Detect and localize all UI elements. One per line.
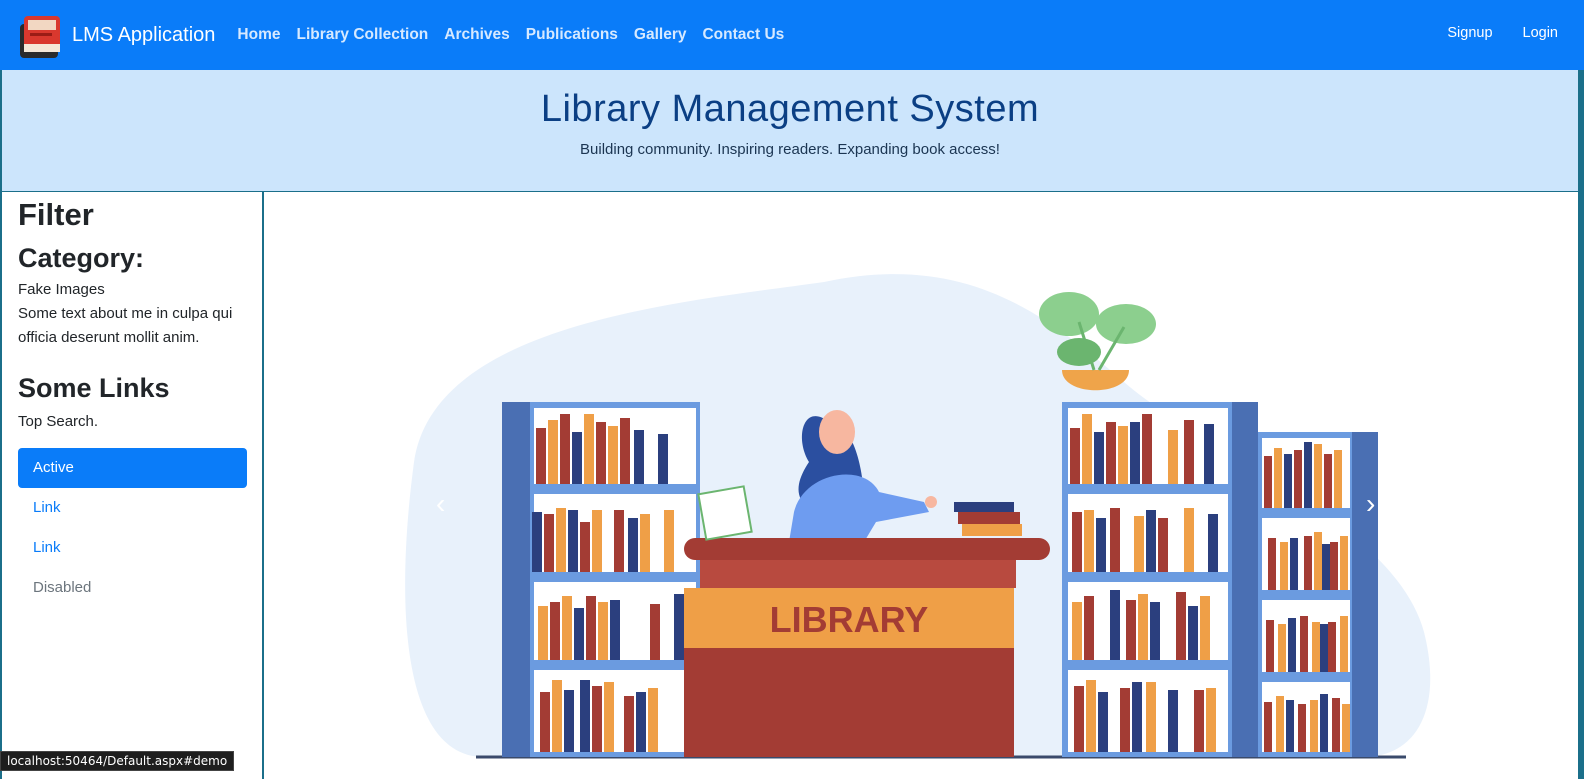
category-text-1: Fake Images [18, 281, 105, 298]
page-title: Library Management System [540, 88, 1040, 130]
brand-name: LMS Application [72, 23, 216, 46]
main-nav: Home Library Collection Archives Publica… [237, 26, 800, 44]
right-bookshelf [1062, 402, 1258, 757]
page-subtitle: Building community. Inspiring readers. E… [580, 141, 1000, 158]
login-link[interactable]: Login [1523, 25, 1558, 41]
category-text-2: Some text about me in culpa qui officia … [18, 305, 233, 346]
carousel: LIBRARY ‹ › [264, 192, 1578, 779]
top-search-text: Top Search. [18, 413, 99, 430]
hero-banner: Library Management System Building commu… [2, 70, 1578, 192]
nav-library-collection[interactable]: Library Collection [297, 26, 429, 44]
far-right-bookshelf [1258, 432, 1378, 757]
desk-sign-text: LIBRARY [770, 599, 929, 640]
nav-publications[interactable]: Publications [526, 26, 618, 44]
pill-disabled: Disabled [33, 579, 92, 596]
library-illustration: LIBRARY [405, 274, 1431, 759]
top-navbar: LMS Application Home Library Collection … [0, 0, 1584, 70]
filter-sidebar: Filter Category: Fake Images Some text a… [2, 192, 264, 779]
nav-contact-us[interactable]: Contact Us [702, 26, 784, 44]
nav-archives[interactable]: Archives [444, 26, 509, 44]
links-heading: Some Links [18, 373, 170, 403]
nav-gallery[interactable]: Gallery [634, 26, 687, 44]
category-heading: Category: [18, 243, 145, 273]
book-logo-icon [20, 16, 60, 58]
sidebar-title: Filter [18, 197, 94, 232]
left-bookshelf [502, 402, 700, 757]
sidebar-pill-nav: Active Link Link Disabled [18, 448, 247, 608]
auth-nav: Signup Login [1417, 25, 1558, 41]
pill-link-2[interactable]: Link [18, 528, 247, 568]
brand[interactable]: LMS Application [16, 8, 215, 62]
carousel-next-chevron-right-icon[interactable]: › [1366, 488, 1375, 520]
carousel-prev-chevron-left-icon[interactable]: ‹ [436, 488, 445, 520]
nav-home[interactable]: Home [237, 26, 280, 44]
signup-link[interactable]: Signup [1447, 25, 1492, 41]
pill-active[interactable]: Active [18, 448, 247, 488]
browser-status-url: localhost:50464/Default.aspx#demo [0, 751, 235, 771]
pill-link-1[interactable]: Link [18, 488, 247, 528]
